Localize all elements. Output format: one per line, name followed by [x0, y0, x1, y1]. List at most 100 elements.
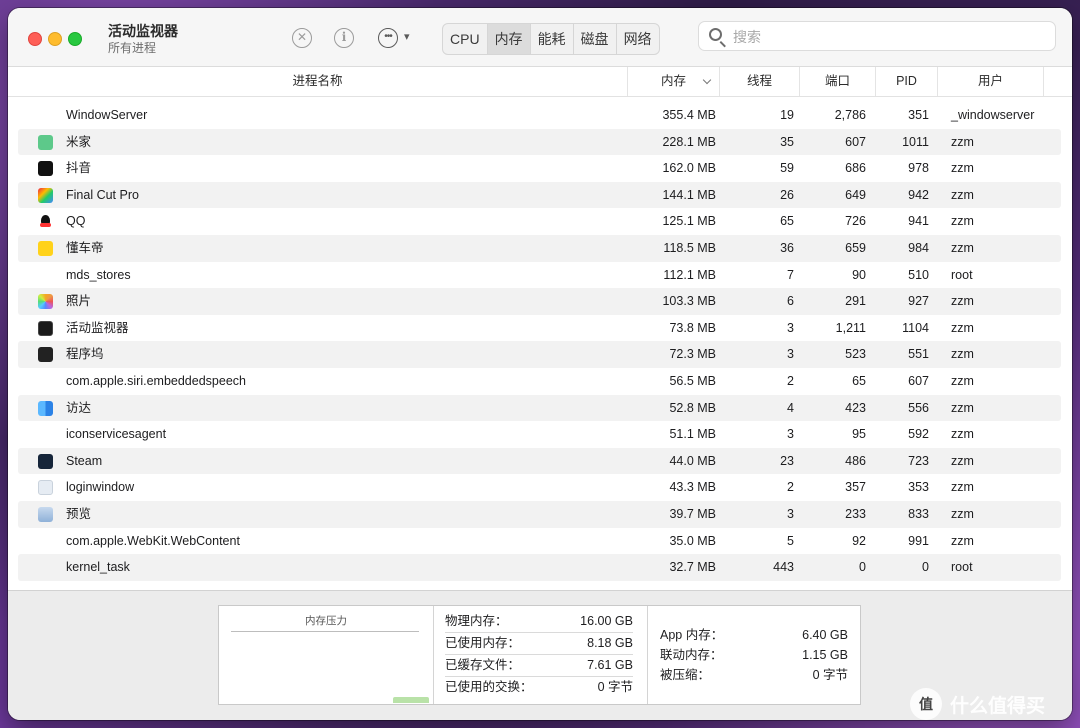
memory-cell: 56.5 MB [669, 373, 716, 388]
memory-cell: 162.0 MB [662, 161, 716, 176]
table-row[interactable]: Final Cut Pro 144.1 MB 26 649 942 zzm [18, 181, 1061, 209]
table-row[interactable]: com.apple.siri.embeddedspeech 56.5 MB 2 … [18, 368, 1061, 395]
process-name: 程序坞 [66, 347, 104, 362]
table-row[interactable]: 照片 103.3 MB 6 291 927 zzm [18, 288, 1061, 315]
sort-descending-icon [702, 75, 712, 85]
memory-pressure-graph: 内存压力 [219, 606, 434, 704]
table-row[interactable]: QQ 125.1 MB 65 726 941 zzm [18, 208, 1061, 235]
user-cell: zzm [951, 347, 974, 362]
memory-cell: 51.1 MB [669, 427, 716, 442]
search-input[interactable] [731, 27, 1035, 47]
memory-breakdown: App 内存： 6.40 GB 联动内存： 1.15 GB 被压缩： 0 字节 [647, 606, 861, 704]
memory-cell: 32.7 MB [669, 560, 716, 575]
table-row[interactable]: com.apple.WebKit.WebContent 35.0 MB 5 92… [18, 528, 1061, 555]
user-cell: zzm [951, 400, 974, 415]
stat-value: 0 字节 [597, 680, 633, 694]
threads-cell: 19 [780, 108, 794, 122]
ports-cell: 95 [852, 427, 866, 442]
process-name: QQ [66, 214, 86, 229]
memory-cell: 112.1 MB [663, 267, 716, 282]
column-header-pid[interactable]: PID [876, 67, 938, 96]
minimize-window-button[interactable] [48, 32, 62, 46]
table-row[interactable]: 程序坞 72.3 MB 3 523 551 zzm [18, 341, 1061, 368]
table-row[interactable]: 抖音 162.0 MB 59 686 978 zzm [18, 155, 1061, 182]
memory-summary-panel: 内存压力 物理内存： 16.00 GB 已使用内存： 8.18 GB 已缓存文件… [218, 605, 861, 705]
ports-cell: 686 [845, 161, 866, 176]
threads-cell: 443 [773, 560, 794, 575]
stat-label: 已使用的交换： [445, 680, 533, 694]
memory-pressure-bar [393, 697, 429, 703]
table-row[interactable]: 访达 52.8 MB 4 423 556 zzm [18, 394, 1061, 422]
tab-memory[interactable]: 内存 [487, 24, 531, 54]
ports-cell: 92 [852, 533, 866, 548]
process-name: 照片 [66, 294, 92, 309]
table-row[interactable]: 米家 228.1 MB 35 607 1011 zzm [18, 128, 1061, 156]
process-name: 访达 [66, 400, 92, 415]
pid-cell: 833 [908, 506, 929, 521]
threads-cell: 4 [787, 400, 794, 415]
pid-cell: 941 [908, 214, 929, 229]
stat-label: App 内存： [660, 628, 724, 642]
process-name: 预览 [66, 506, 92, 521]
tab-disk[interactable]: 磁盘 [574, 24, 617, 54]
activity-monitor-icon [38, 320, 53, 336]
ports-cell: 607 [845, 134, 866, 149]
table-row[interactable]: loginwindow 43.3 MB 2 357 353 zzm [18, 474, 1061, 501]
user-cell: zzm [951, 320, 974, 335]
stat-value: 6.40 GB [802, 628, 848, 642]
column-header-name[interactable]: 进程名称 [8, 67, 628, 96]
memory-cell: 118.5 MB [663, 240, 716, 255]
stat-cached-files: 已缓存文件： 7.61 GB [445, 654, 633, 677]
table-row[interactable]: kernel_task 32.7 MB 443 0 0 root [18, 554, 1061, 581]
zoom-window-button[interactable] [68, 32, 82, 46]
table-row[interactable]: WindowServer 355.4 MB 19 2,786 351 _wind… [18, 102, 1061, 129]
user-cell: root [951, 267, 973, 282]
qq-penguin-icon [38, 214, 53, 230]
table-row[interactable]: mds_stores 112.1 MB 7 90 510 root [18, 262, 1061, 289]
search-field[interactable] [698, 21, 1056, 51]
table-row[interactable]: 预览 39.7 MB 3 233 833 zzm [18, 500, 1061, 528]
process-name: Final Cut Pro [66, 187, 139, 202]
info-icon[interactable]: i [334, 28, 354, 48]
threads-cell: 36 [780, 240, 794, 255]
pid-cell: 353 [908, 480, 929, 495]
table-row[interactable]: iconservicesagent 51.1 MB 3 95 592 zzm [18, 421, 1061, 448]
column-header-user[interactable]: 用户 [938, 67, 1044, 96]
more-options-icon[interactable]: ••• [378, 28, 398, 48]
tab-cpu[interactable]: CPU [443, 24, 488, 54]
column-header-ports[interactable]: 端口 [800, 67, 876, 96]
stop-process-icon[interactable]: ✕ [292, 28, 312, 48]
column-header-memory-label: 内存 [660, 74, 686, 88]
pid-cell: 556 [908, 400, 929, 415]
chevron-down-icon[interactable]: ▾ [404, 30, 410, 43]
tab-energy[interactable]: 能耗 [531, 24, 574, 54]
threads-cell: 6 [787, 294, 794, 309]
pid-cell: 607 [908, 373, 929, 388]
threads-cell: 3 [787, 320, 794, 335]
close-window-button[interactable] [28, 32, 42, 46]
tab-network[interactable]: 网络 [617, 24, 659, 54]
table-header: 进程名称 内存 线程 端口 PID 用户 [8, 67, 1072, 97]
pid-cell: 978 [908, 161, 929, 176]
table-row[interactable]: 懂车帝 118.5 MB 36 659 984 zzm [18, 234, 1061, 262]
memory-cell: 103.3 MB [662, 294, 716, 309]
ports-cell: 423 [845, 400, 866, 415]
column-header-memory[interactable]: 内存 [628, 67, 720, 96]
pid-cell: 551 [908, 347, 929, 362]
threads-cell: 2 [787, 480, 794, 495]
column-header-threads[interactable]: 线程 [720, 67, 800, 96]
user-cell: zzm [951, 453, 974, 468]
memory-cell: 35.0 MB [669, 533, 716, 548]
process-name: 活动监视器 [66, 320, 129, 335]
watermark-text: 什么值得买 [950, 696, 1046, 717]
process-name: kernel_task [66, 560, 130, 575]
table-row[interactable]: 活动监视器 73.8 MB 3 1,211 1104 zzm [18, 315, 1061, 342]
steam-icon [38, 453, 53, 469]
memory-cell: 52.8 MB [669, 400, 716, 415]
window-subtitle[interactable]: 所有进程 [108, 39, 156, 56]
user-cell: zzm [951, 480, 974, 495]
table-row[interactable]: Steam 44.0 MB 23 486 723 zzm [18, 447, 1061, 475]
pid-cell: 942 [908, 187, 929, 202]
process-name: com.apple.siri.embeddedspeech [66, 373, 246, 388]
threads-cell: 35 [780, 134, 794, 149]
